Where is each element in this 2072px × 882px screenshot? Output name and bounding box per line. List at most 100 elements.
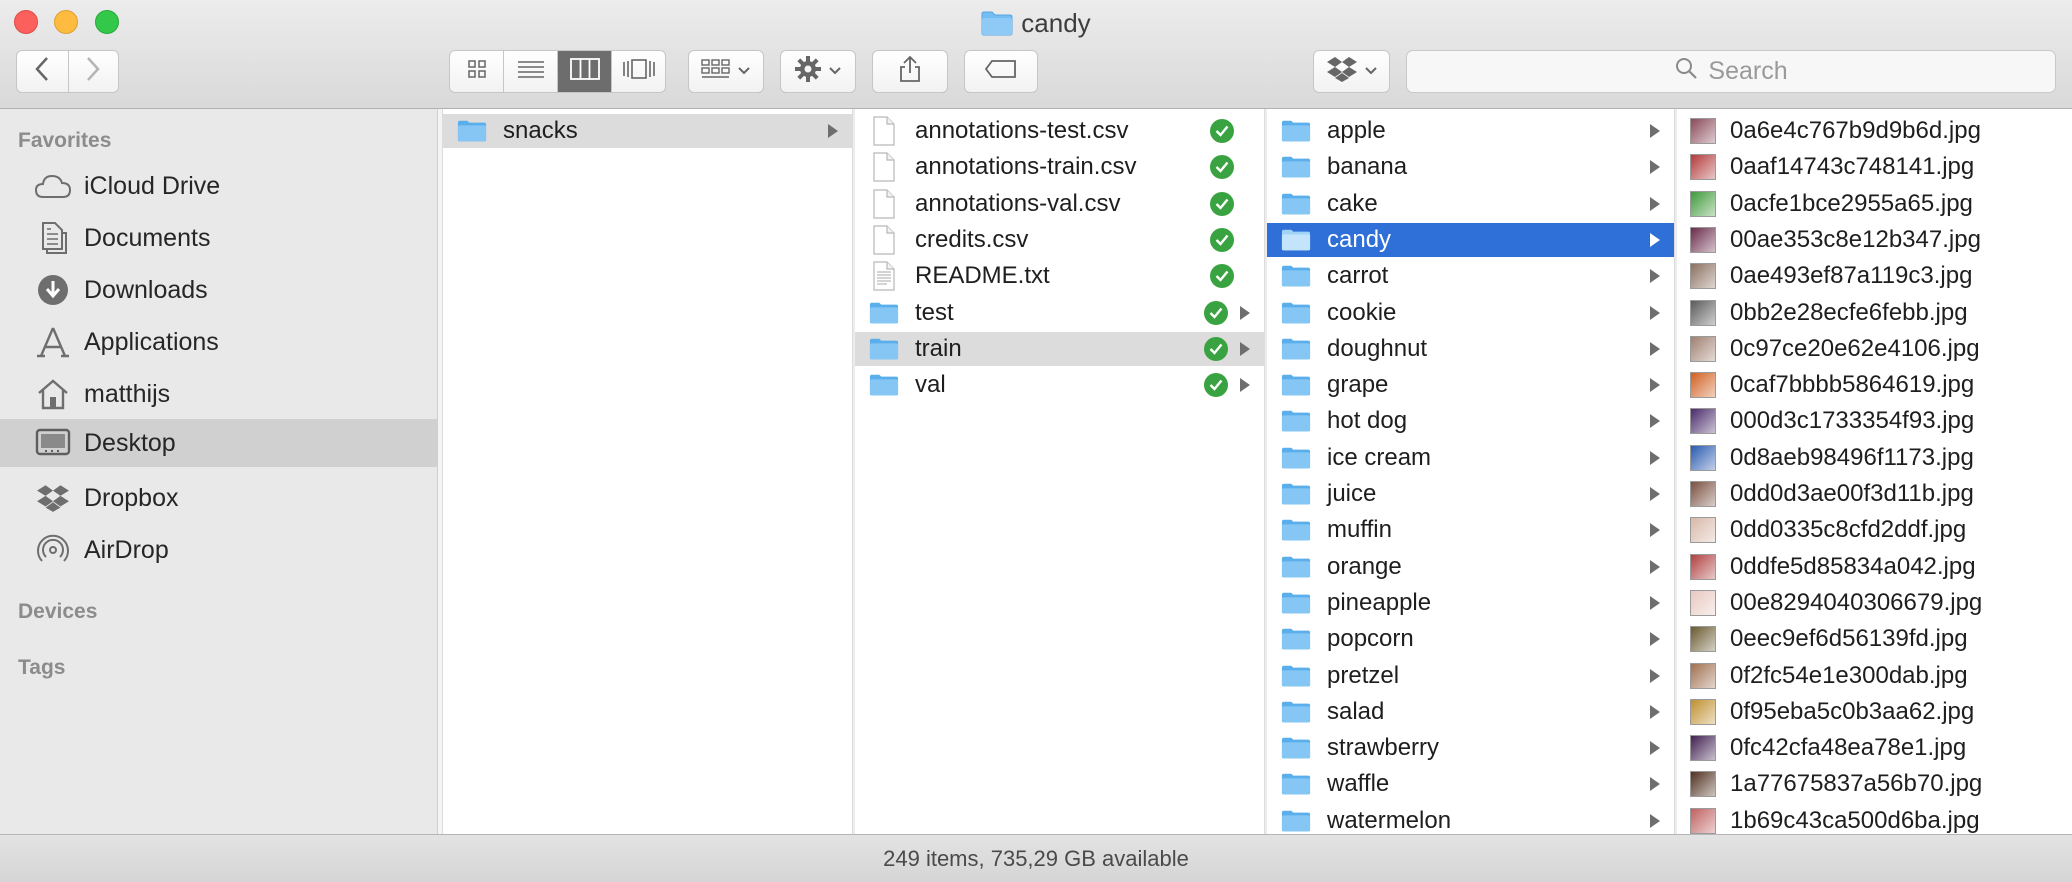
item-label: salad: [1327, 697, 1385, 725]
list-item-annotations-train-csv[interactable]: annotations-train.csv: [855, 150, 1264, 184]
item-label: strawberry: [1327, 734, 1440, 762]
list-item-image[interactable]: 0dd0335c8cfd2ddf.jpg: [1677, 513, 2072, 547]
list-item-watermelon[interactable]: watermelon: [1267, 804, 1674, 834]
list-item-annotations-test-csv[interactable]: annotations-test.csv: [855, 114, 1264, 148]
image-thumbnail-icon: [1690, 263, 1716, 290]
list-item-image[interactable]: 0d8aeb98496f1173.jpg: [1677, 441, 2072, 475]
list-item-muffin[interactable]: muffin: [1267, 513, 1674, 547]
sync-check-icon: [1210, 264, 1234, 289]
list-view-button[interactable]: [503, 51, 557, 92]
list-item-salad[interactable]: salad: [1267, 695, 1674, 729]
list-item-snacks[interactable]: snacks: [443, 114, 852, 148]
sidebar-item-dropbox[interactable]: Dropbox: [0, 475, 437, 521]
item-label: juice: [1327, 480, 1377, 507]
list-item-carrot[interactable]: carrot: [1267, 259, 1674, 293]
list-item-juice[interactable]: juice: [1267, 477, 1674, 511]
list-item-train[interactable]: train: [855, 331, 1264, 366]
tag-icon: [984, 59, 1018, 84]
list-item-strawberry[interactable]: strawberry: [1267, 731, 1674, 765]
list-item-apple[interactable]: apple: [1267, 114, 1674, 148]
dropbox-menu-button[interactable]: [1313, 50, 1390, 93]
list-item-image[interactable]: 0caf7bbbb5864619.jpg: [1677, 368, 2072, 402]
browser-column-2: annotations-test.csv annotations-train.cs…: [855, 109, 1265, 834]
list-item-image[interactable]: 0acfe1bce2955a65.jpg: [1677, 187, 2072, 221]
list-item-image[interactable]: 0a6e4c767b9d9b6d.jpg: [1677, 114, 2072, 148]
item-label: 0ae493ef87a119c3.jpg: [1730, 262, 1973, 290]
list-item-orange[interactable]: orange: [1267, 550, 1674, 584]
image-thumbnail-icon: [1690, 481, 1716, 507]
chevron-right-icon: [85, 56, 101, 87]
list-item-image[interactable]: 00ae353c8e12b347.jpg: [1677, 223, 2072, 257]
list-item-image[interactable]: 0bb2e28ecfe6febb.jpg: [1677, 296, 2072, 330]
sidebar-heading-favorites[interactable]: Favorites: [18, 129, 111, 153]
image-thumbnail-icon: [1690, 154, 1716, 181]
sidebar-item-applications[interactable]: Applications: [0, 319, 437, 365]
forward-button[interactable]: [67, 51, 119, 92]
folder-icon: [869, 336, 899, 362]
sidebar-heading-tags[interactable]: Tags: [18, 656, 65, 680]
sidebar-item-desktop[interactable]: Desktop: [0, 419, 437, 467]
list-item-doughnut[interactable]: doughnut: [1267, 332, 1674, 366]
list-item-ice-cream[interactable]: ice cream: [1267, 441, 1674, 475]
list-item-banana[interactable]: banana: [1267, 150, 1674, 184]
list-item-cake[interactable]: cake: [1267, 187, 1674, 221]
list-item-image[interactable]: 0aaf14743c748141.jpg: [1677, 150, 2072, 184]
list-item-image[interactable]: 00e8294040306679.jpg: [1677, 586, 2072, 620]
list-item-annotations-val-csv[interactable]: annotations-val.csv: [855, 187, 1264, 221]
list-item-image[interactable]: 0eec9ef6d56139fd.jpg: [1677, 622, 2072, 656]
share-button[interactable]: [872, 50, 948, 93]
browser-column-4: 0a6e4c767b9d9b6d.jpg 0aaf14743c748141.jpg…: [1677, 109, 2072, 834]
search-field[interactable]: Search: [1406, 50, 2056, 93]
list-item-popcorn[interactable]: popcorn: [1267, 622, 1674, 656]
arrange-button[interactable]: [688, 50, 764, 93]
list-item-image[interactable]: 0f2fc54e1e300dab.jpg: [1677, 659, 2072, 693]
image-thumbnail-icon: [1690, 444, 1716, 471]
back-button[interactable]: [17, 51, 68, 92]
sidebar-heading-devices[interactable]: Devices: [18, 600, 97, 624]
sidebar-item-home[interactable]: matthijs: [0, 371, 437, 417]
sidebar-item-airdrop[interactable]: AirDrop: [0, 527, 437, 573]
list-item-credits-csv[interactable]: credits.csv: [855, 223, 1264, 257]
list-item-image[interactable]: 000d3c1733354f93.jpg: [1677, 404, 2072, 438]
list-item-pretzel[interactable]: pretzel: [1267, 659, 1674, 693]
disclosure-arrow-icon: [1650, 378, 1660, 393]
icon-view-button[interactable]: [450, 51, 503, 92]
chevron-left-icon: [34, 56, 50, 87]
list-item-pineapple[interactable]: pineapple: [1267, 586, 1674, 620]
sidebar-item-downloads[interactable]: Downloads: [0, 267, 437, 313]
folder-icon: [457, 118, 487, 144]
sidebar-item-icloud-drive[interactable]: iCloud Drive: [0, 163, 437, 209]
list-item-readme-txt[interactable]: README.txt: [855, 259, 1264, 293]
item-label: 0ddfe5d85834a042.jpg: [1730, 552, 1976, 580]
list-item-image[interactable]: 0fc42cfa48ea78e1.jpg: [1677, 731, 2072, 765]
edit-tags-button[interactable]: [964, 50, 1038, 93]
action-button[interactable]: [780, 50, 856, 93]
list-item-image[interactable]: 1b69c43ca500d6ba.jpg: [1677, 804, 2072, 834]
list-item-cookie[interactable]: cookie: [1267, 296, 1674, 330]
folder-icon: [1281, 372, 1311, 398]
list-item-image[interactable]: 0ddfe5d85834a042.jpg: [1677, 550, 2072, 584]
list-item-image[interactable]: 1a77675837a56b70.jpg: [1677, 767, 2072, 801]
list-item-test[interactable]: test: [855, 296, 1264, 330]
list-item-val[interactable]: val: [855, 368, 1264, 402]
window-title-text: candy: [1021, 8, 1091, 38]
list-item-hot-dog[interactable]: hot dog: [1267, 404, 1674, 438]
list-item-candy[interactable]: candy: [1267, 222, 1674, 257]
list-item-image[interactable]: 0dd0d3ae00f3d11b.jpg: [1677, 477, 2072, 511]
list-item-grape[interactable]: grape: [1267, 368, 1674, 402]
list-item-image[interactable]: 0c97ce20e62e4106.jpg: [1677, 332, 2072, 366]
disclosure-arrow-icon: [1650, 487, 1660, 501]
sync-check-icon: [1204, 373, 1228, 398]
cover-flow-view-button[interactable]: [611, 51, 665, 92]
image-thumbnail-icon: [1690, 517, 1716, 544]
list-item-waffle[interactable]: waffle: [1267, 767, 1674, 801]
column-view-button[interactable]: [557, 51, 611, 92]
image-thumbnail-icon: [1690, 735, 1716, 762]
window-title: candy: [0, 6, 2072, 42]
sidebar-item-documents[interactable]: Documents: [0, 215, 437, 261]
item-label: 0dd0335c8cfd2ddf.jpg: [1730, 516, 1967, 544]
item-label: 0aaf14743c748141.jpg: [1730, 153, 1975, 181]
airdrop-icon: [33, 530, 73, 570]
list-item-image[interactable]: 0f95eba5c0b3aa62.jpg: [1677, 695, 2072, 729]
list-item-image[interactable]: 0ae493ef87a119c3.jpg: [1677, 259, 2072, 293]
